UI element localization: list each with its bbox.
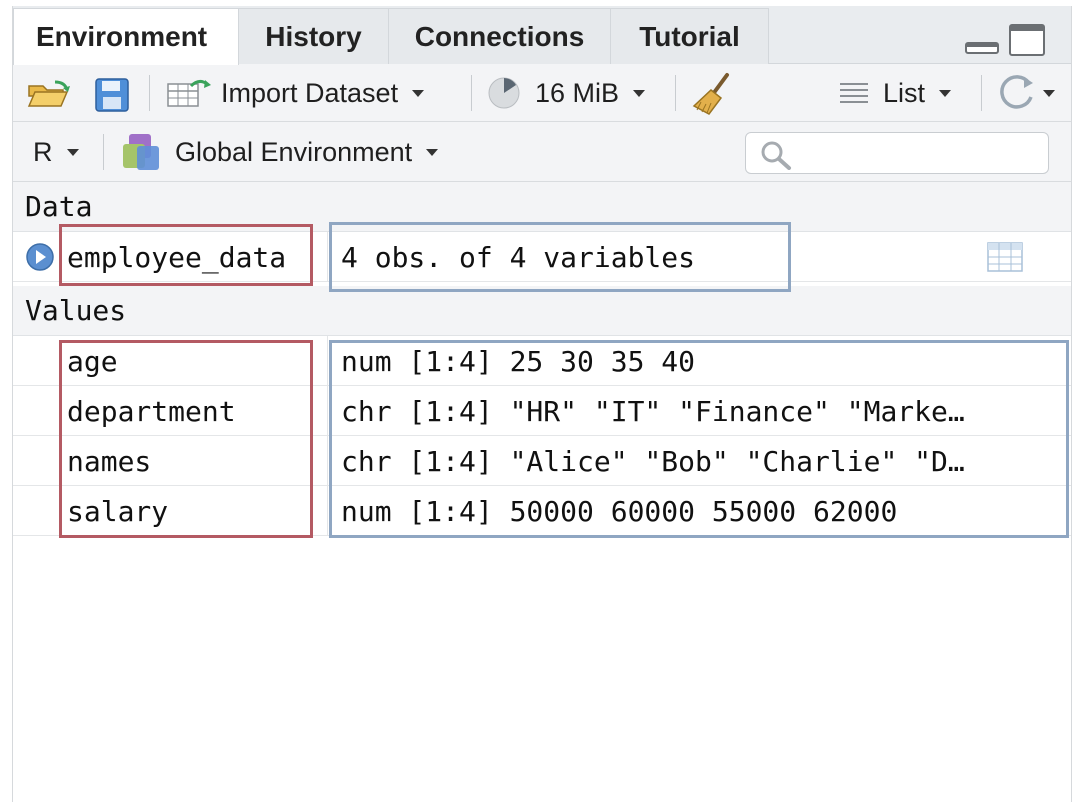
maximize-icon[interactable] [1009, 24, 1047, 58]
object-summary: num [1:4] 25 30 35 40 [341, 344, 696, 378]
chevron-down-icon [633, 89, 646, 97]
column-separator [327, 436, 328, 486]
tab-strip: Environment History Connections Tutorial [13, 6, 1071, 65]
toolbar-separator [149, 75, 150, 111]
table-row[interactable]: department chr [1:4] "HR" "IT" "Finance"… [13, 386, 1071, 436]
toolbar-separator [103, 134, 104, 170]
memory-pie-icon [488, 77, 520, 109]
refresh-icon [1000, 75, 1033, 109]
chevron-down-icon [1043, 89, 1055, 97]
open-folder-icon[interactable] [27, 76, 75, 112]
section-values-label: Values [25, 294, 127, 327]
minimize-icon[interactable] [965, 40, 1001, 56]
table-grid-icon[interactable] [987, 242, 1023, 274]
language-selector[interactable]: R [33, 122, 79, 182]
environment-toolbar: R Global Environment [13, 122, 1071, 182]
table-row[interactable]: names chr [1:4] "Alice" "Bob" "Charlie" … [13, 436, 1071, 486]
chevron-down-icon [939, 89, 952, 97]
import-dataset-icon [167, 79, 211, 107]
column-separator [327, 486, 328, 536]
tab-environment-label: Environment [36, 21, 208, 52]
memory-usage-button[interactable]: 16 MiB [487, 64, 646, 122]
chevron-down-icon [426, 148, 439, 156]
object-name: employee_data [67, 240, 287, 274]
table-row[interactable]: employee_data 4 obs. of 4 variables [13, 232, 1071, 282]
section-values-header: Values [13, 286, 1071, 336]
search-input[interactable] [745, 132, 1049, 174]
environment-pane: Environment History Connections Tutorial [12, 6, 1072, 802]
tab-history[interactable]: History [239, 8, 389, 64]
object-summary: chr [1:4] "Alice" "Bob" "Charlie" "D… [341, 444, 965, 478]
expand-icon[interactable] [25, 242, 55, 272]
memory-usage-label: 16 MiB [535, 77, 620, 108]
import-dataset-label: Import Dataset [221, 77, 399, 108]
object-name: department [67, 394, 236, 428]
broom-icon[interactable] [691, 72, 735, 116]
object-summary: 4 obs. of 4 variables [341, 240, 696, 274]
tab-connections[interactable]: Connections [389, 8, 611, 64]
main-toolbar: Import Dataset 16 MiB List [13, 64, 1071, 122]
tab-tutorial-label: Tutorial [639, 20, 740, 52]
column-separator [327, 336, 328, 386]
tab-connections-label: Connections [414, 20, 585, 52]
column-separator [327, 386, 328, 436]
column-separator [327, 232, 328, 282]
toolbar-separator [981, 75, 982, 111]
toolbar-separator [675, 75, 676, 111]
search-icon [761, 141, 791, 170]
environment-icon [123, 134, 159, 170]
view-mode-label: List [883, 77, 926, 108]
list-lines-icon [840, 83, 868, 103]
object-name: age [67, 344, 118, 378]
tab-history-label: History [265, 20, 362, 52]
import-dataset-button[interactable]: Import Dataset [167, 64, 425, 122]
section-data-label: Data [25, 190, 93, 223]
object-summary: chr [1:4] "HR" "IT" "Finance" "Marke… [341, 394, 965, 428]
tab-environment[interactable]: Environment [13, 8, 239, 65]
object-name: names [67, 444, 152, 478]
object-name: salary [67, 494, 169, 528]
object-summary: num [1:4] 50000 60000 55000 62000 [341, 494, 898, 528]
table-row[interactable]: salary num [1:4] 50000 60000 55000 62000 [13, 486, 1071, 536]
table-row[interactable]: age num [1:4] 25 30 35 40 [13, 336, 1071, 386]
section-data-header: Data [13, 182, 1071, 232]
language-label: R [33, 136, 53, 167]
chevron-down-icon [66, 148, 79, 156]
save-icon[interactable] [95, 78, 129, 112]
toolbar-separator [471, 75, 472, 111]
tab-tutorial[interactable]: Tutorial [611, 8, 769, 64]
environment-label: Global Environment [175, 136, 413, 167]
view-mode-button[interactable]: List [839, 64, 952, 122]
refresh-button[interactable] [997, 64, 1055, 122]
chevron-down-icon [412, 89, 425, 97]
environment-selector[interactable]: Global Environment [121, 122, 439, 182]
